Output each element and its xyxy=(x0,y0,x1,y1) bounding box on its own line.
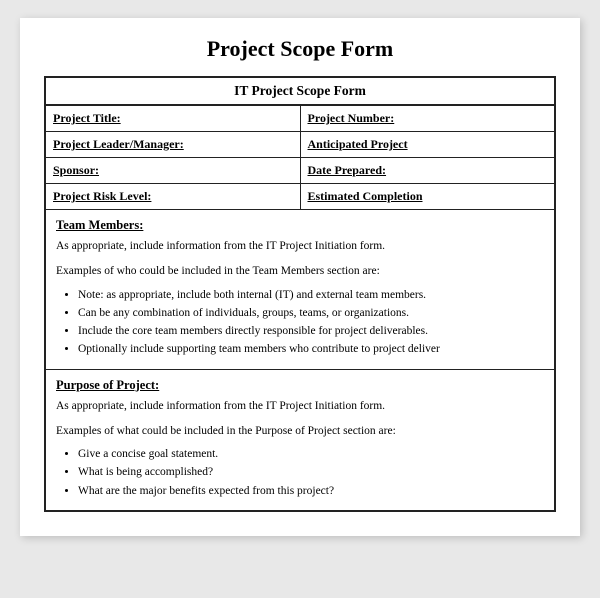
list-item: Give a concise goal statement. xyxy=(78,446,544,463)
team-members-intro: As appropriate, include information from… xyxy=(56,238,544,255)
purpose-section: Purpose of Project: As appropriate, incl… xyxy=(46,370,554,510)
project-leader-label: Project Leader/Manager: xyxy=(53,137,184,151)
page-title: Project Scope Form xyxy=(44,36,556,62)
purpose-intro: As appropriate, include information from… xyxy=(56,398,544,415)
form-row-3: Sponsor: Date Prepared: xyxy=(46,158,554,184)
form-row-4: Project Risk Level: Estimated Completion xyxy=(46,184,554,210)
date-prepared-cell: Date Prepared: xyxy=(301,158,555,183)
anticipated-project-cell: Anticipated Project xyxy=(301,132,555,157)
list-item: What is being accomplished? xyxy=(78,464,544,481)
date-prepared-label: Date Prepared: xyxy=(308,163,387,177)
purpose-examples-intro: Examples of what could be included in th… xyxy=(56,423,544,440)
project-number-label: Project Number: xyxy=(308,111,395,125)
sponsor-cell: Sponsor: xyxy=(46,158,301,183)
risk-level-label: Project Risk Level: xyxy=(53,189,151,203)
form-row-1: Project Title: Project Number: xyxy=(46,106,554,132)
purpose-title: Purpose of Project: xyxy=(56,378,544,393)
purpose-bullets: Give a concise goal statement. What is b… xyxy=(78,446,544,500)
page-container: Project Scope Form IT Project Scope Form… xyxy=(20,18,580,536)
team-members-title: Team Members: xyxy=(56,218,544,233)
list-item: Include the core team members directly r… xyxy=(78,323,544,340)
estimated-completion-label: Estimated Completion xyxy=(308,189,423,203)
project-leader-cell: Project Leader/Manager: xyxy=(46,132,301,157)
list-item: Can be any combination of individuals, g… xyxy=(78,305,544,322)
risk-level-cell: Project Risk Level: xyxy=(46,184,301,209)
form-header: IT Project Scope Form xyxy=(46,78,554,106)
sponsor-label: Sponsor: xyxy=(53,163,99,177)
form-row-2: Project Leader/Manager: Anticipated Proj… xyxy=(46,132,554,158)
team-members-bullets: Note: as appropriate, include both inter… xyxy=(78,287,544,359)
project-number-cell: Project Number: xyxy=(301,106,555,131)
form-table: IT Project Scope Form Project Title: Pro… xyxy=(44,76,556,512)
project-title-label: Project Title: xyxy=(53,111,121,125)
list-item: What are the major benefits expected fro… xyxy=(78,483,544,500)
project-title-cell: Project Title: xyxy=(46,106,301,131)
team-members-section: Team Members: As appropriate, include in… xyxy=(46,210,554,370)
list-item: Note: as appropriate, include both inter… xyxy=(78,287,544,304)
list-item: Optionally include supporting team membe… xyxy=(78,341,544,358)
team-members-examples-intro: Examples of who could be included in the… xyxy=(56,263,544,280)
estimated-completion-cell: Estimated Completion xyxy=(301,184,555,209)
anticipated-project-label: Anticipated Project xyxy=(308,137,408,151)
